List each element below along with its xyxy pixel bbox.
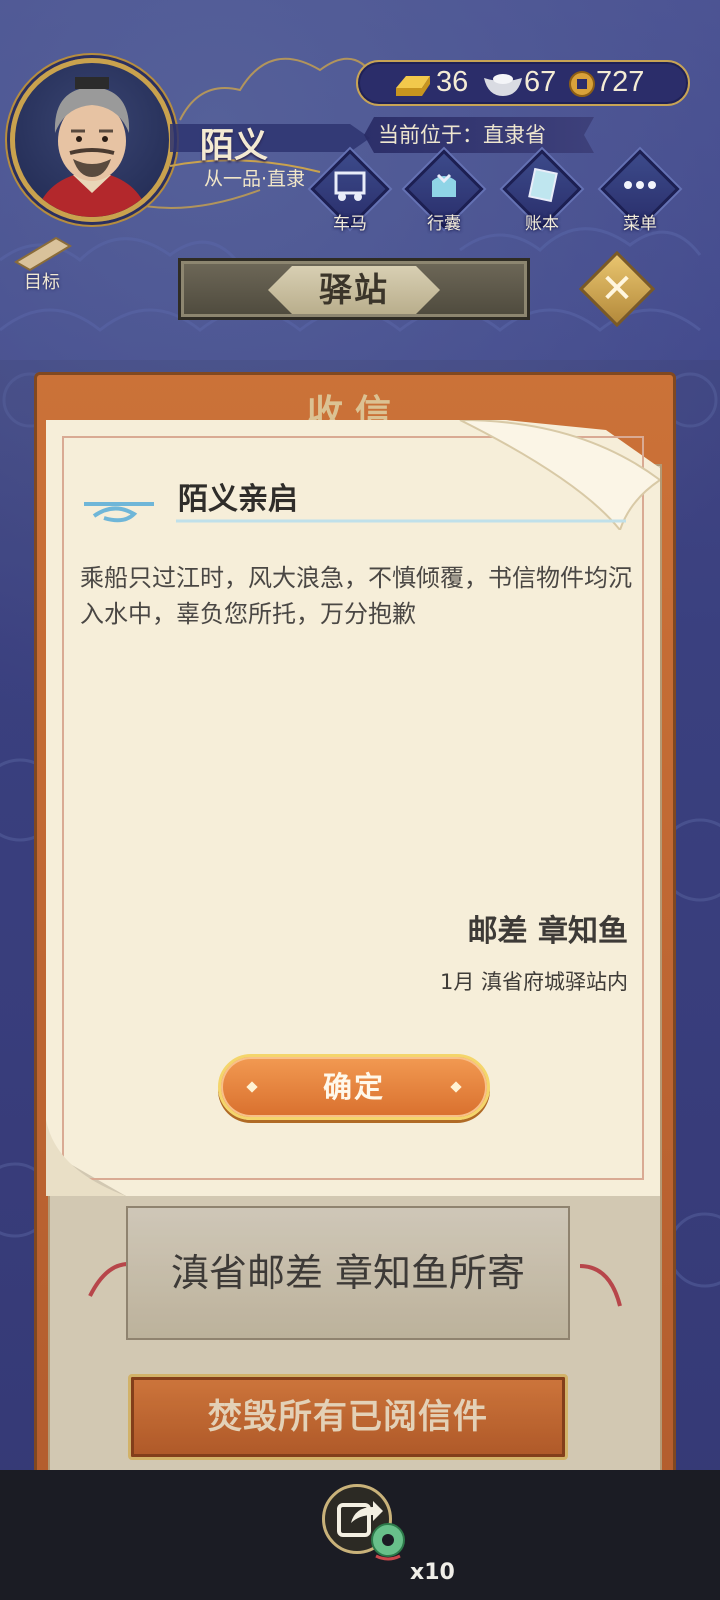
current-location: 当前位于：直隶省 xyxy=(364,117,594,153)
gold-count: 36 xyxy=(436,66,469,98)
bag-button[interactable]: 行囊 xyxy=(404,149,484,234)
page-curl-bottom xyxy=(46,1120,126,1196)
carriage-label: 车马 xyxy=(333,214,367,234)
coin-count: 727 xyxy=(596,66,645,98)
heading-underline xyxy=(176,519,626,523)
letter-signature: 邮差 章知鱼 xyxy=(467,914,628,949)
menu-button[interactable]: 菜单 xyxy=(600,149,680,234)
official-portrait-icon xyxy=(35,77,149,217)
silver-ingot-icon xyxy=(484,74,522,96)
copper-coin-icon xyxy=(569,71,595,97)
currency-bar: 36 67 727 xyxy=(356,60,690,106)
letter-date-place: 1月 滇省府城驿站内 xyxy=(439,970,628,994)
gold-ingot-icon xyxy=(396,76,430,96)
goal-label: 目标 xyxy=(24,272,60,293)
jade-token-icon xyxy=(371,1523,405,1561)
player-name: 陌义 xyxy=(200,126,268,166)
bag-icon xyxy=(432,173,456,197)
silver-count: 67 xyxy=(524,66,557,98)
bag-label: 行囊 xyxy=(427,214,461,234)
menu-label: 菜单 xyxy=(623,214,657,234)
page-curl-corner xyxy=(459,420,660,530)
player-avatar[interactable] xyxy=(10,58,174,222)
ledger-icon xyxy=(528,167,558,203)
ledger-button[interactable]: 账本 xyxy=(502,149,582,234)
cloud-heading-icon xyxy=(84,502,154,523)
letter-heading: 陌义亲启 xyxy=(178,482,298,517)
menu-icon xyxy=(624,181,656,189)
reward-multiplier: x10 xyxy=(410,1560,455,1585)
ledger-label: 账本 xyxy=(525,214,559,234)
carriage-icon xyxy=(334,171,366,201)
scroll-icon xyxy=(14,236,72,272)
close-icon[interactable]: ✕ xyxy=(596,265,638,313)
goal-button[interactable]: 目标 xyxy=(10,232,80,293)
confirm-label: 确定 xyxy=(322,1070,385,1104)
page-title: 驿站 xyxy=(319,270,389,309)
carriage-button[interactable]: 车马 xyxy=(310,149,390,234)
letter-body: 乘船只过江时，风大浪急，不慎倾覆，书信物件均沉入水中，辜负您所托，万分抱歉 xyxy=(80,564,632,628)
